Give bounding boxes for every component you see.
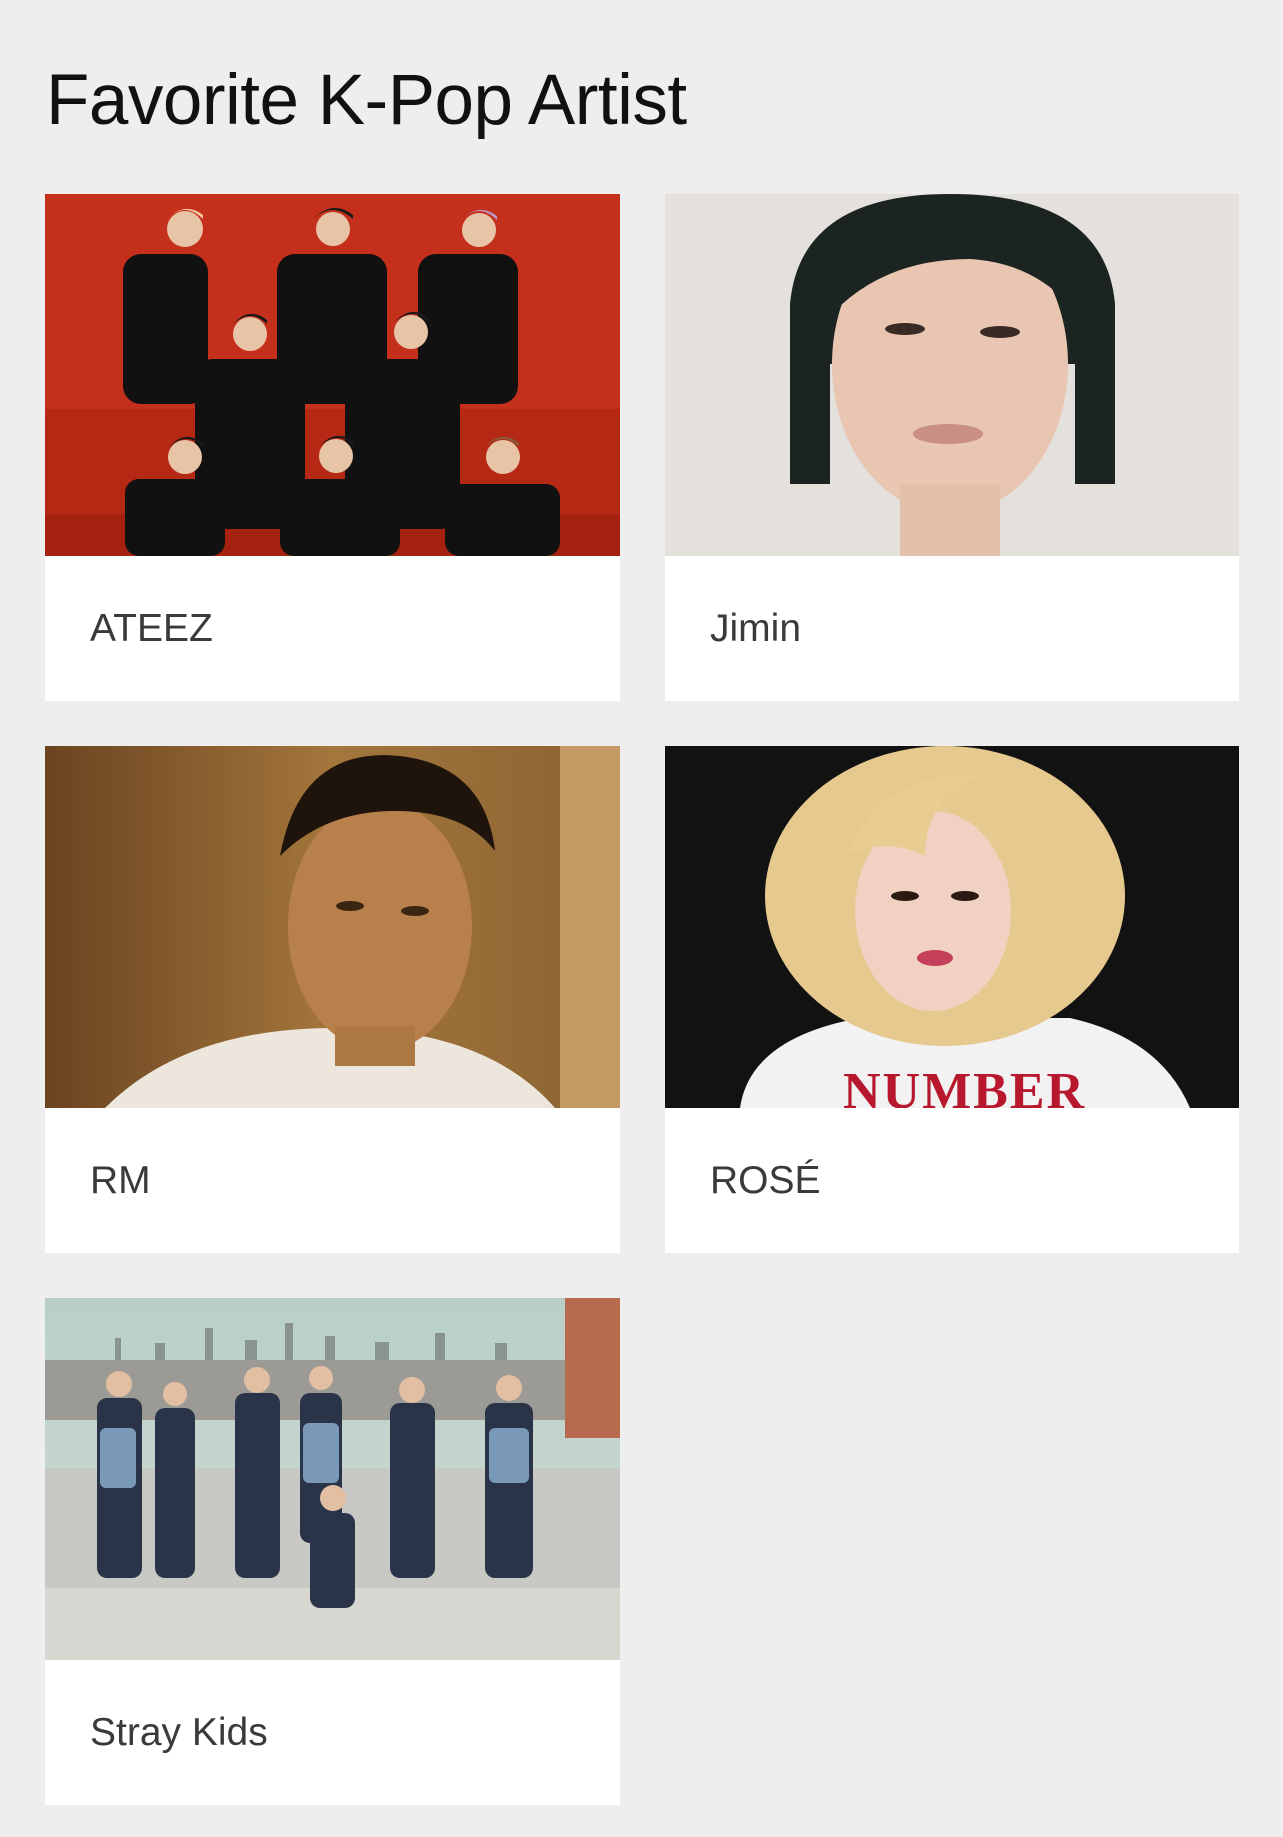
artist-card-ateez[interactable]: ATEEZ: [45, 194, 620, 701]
artist-name: Jimin: [710, 607, 802, 650]
portrait-image: NUMBER: [665, 746, 1239, 1108]
artist-card-rose[interactable]: NUMBER ROSÉ: [665, 746, 1239, 1253]
artist-card-rm[interactable]: RM: [45, 746, 620, 1253]
artist-name: ROSÉ: [710, 1159, 821, 1202]
group-photo-image: [45, 1298, 620, 1660]
artist-photo-rose: NUMBER: [665, 746, 1239, 1108]
artist-photo-ateez: [45, 194, 620, 556]
artist-name: RM: [90, 1159, 151, 1202]
portrait-image: [45, 746, 620, 1108]
artist-card-jimin[interactable]: Jimin: [665, 194, 1239, 701]
page-title: Favorite K-Pop Artist: [46, 61, 687, 140]
artist-grid: ATEEZ Jimin RM NUMBER ROSÉ Stray Kids: [45, 194, 1239, 1805]
portrait-image: [665, 194, 1239, 556]
artist-name: Stray Kids: [90, 1711, 268, 1754]
shirt-print-text: NUMBER: [843, 1063, 1086, 1108]
page: Favorite K-Pop Artist ATEEZ Jimin RM NUM…: [0, 0, 1283, 1837]
artist-name: ATEEZ: [90, 607, 213, 650]
artist-card-stray-kids[interactable]: Stray Kids: [45, 1298, 620, 1805]
artist-photo-jimin: [665, 194, 1239, 556]
group-photo-image: [45, 194, 620, 556]
artist-photo-rm: [45, 746, 620, 1108]
artist-photo-stray-kids: [45, 1298, 620, 1660]
